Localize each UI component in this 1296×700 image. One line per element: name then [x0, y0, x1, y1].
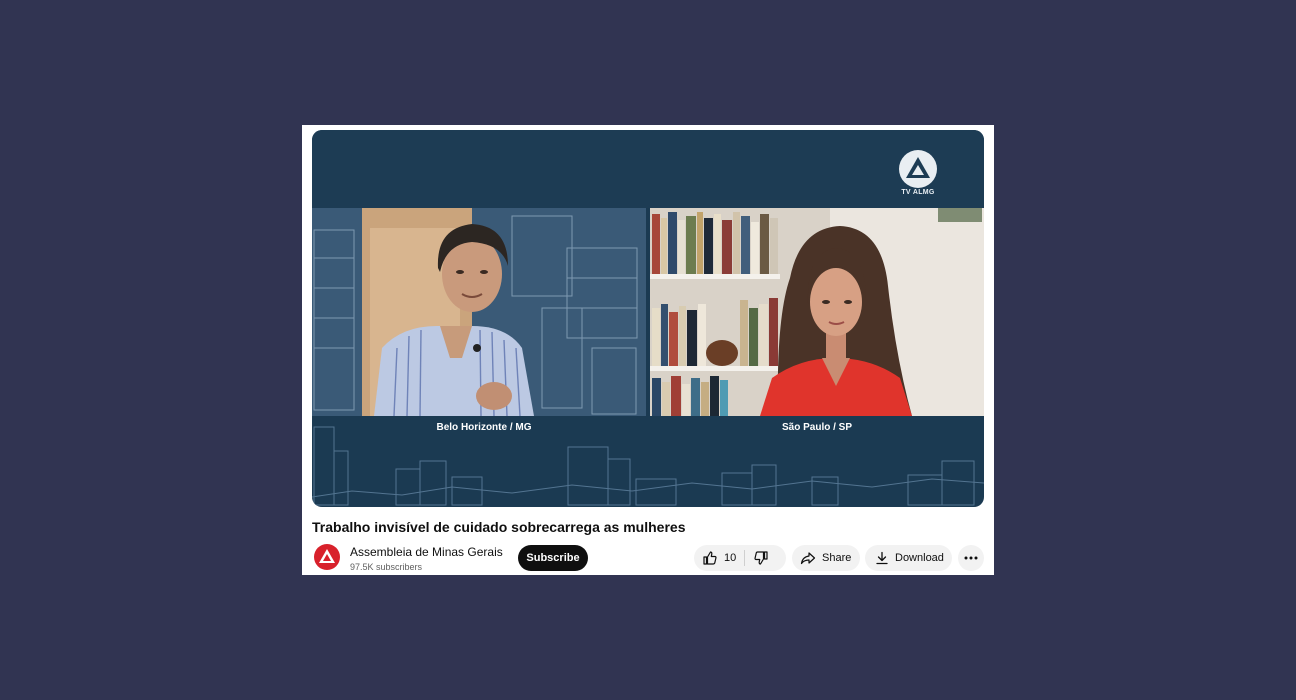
logo-text: TV ALMG: [901, 189, 935, 196]
tv-almg-logo: TV ALMG: [896, 150, 940, 196]
download-icon: [876, 551, 888, 565]
video-title: Trabalho invisível de cuidado sobrecarre…: [312, 519, 686, 535]
left-video-feed: [312, 208, 646, 416]
share-label: Share: [822, 552, 852, 564]
download-button[interactable]: Download: [865, 545, 952, 571]
thumbs-down-icon: [754, 551, 768, 565]
video-player[interactable]: TV ALMG Belo Horizonte / MG São Paulo / …: [312, 130, 984, 507]
share-icon: [800, 552, 816, 565]
subscribe-button[interactable]: Subscribe: [518, 545, 588, 571]
video-card: TV ALMG Belo Horizonte / MG São Paulo / …: [302, 125, 994, 575]
right-video-feed: [650, 208, 984, 416]
thumbs-up-icon: [703, 551, 717, 565]
dislike-button[interactable]: [753, 550, 769, 566]
right-location-caption: São Paulo / SP: [781, 422, 853, 433]
like-divider: [744, 550, 746, 566]
like-count: 10: [724, 552, 737, 564]
like-button[interactable]: 10: [702, 550, 736, 566]
share-button[interactable]: Share: [792, 545, 860, 571]
almg-logo-icon: [314, 544, 340, 570]
almg-triangle-icon: [899, 150, 937, 188]
more-icon: [964, 556, 978, 560]
like-dislike-group: 10: [694, 545, 786, 571]
woman-guest-illustration: [650, 208, 984, 416]
channel-name[interactable]: Assembleia de Minas Gerais: [350, 545, 503, 559]
player-top-band: [312, 130, 984, 208]
left-location-caption: Belo Horizonte / MG: [436, 422, 532, 433]
more-actions-button[interactable]: [958, 545, 984, 571]
man-presenter-illustration: [312, 208, 646, 416]
channel-avatar[interactable]: [314, 544, 340, 570]
download-label: Download: [895, 552, 944, 564]
subscriber-count: 97.5K subscribers: [350, 562, 423, 572]
